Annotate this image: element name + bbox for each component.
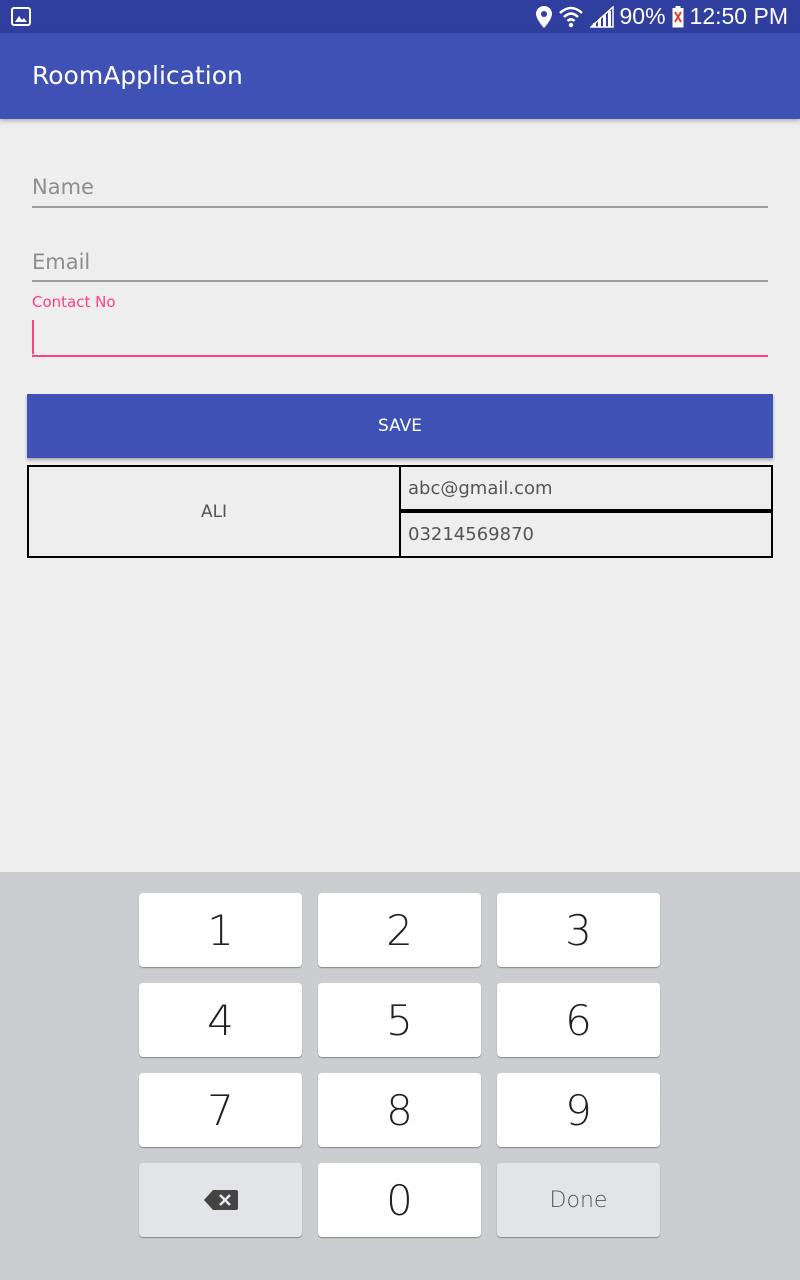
signal-icon	[589, 5, 614, 28]
battery-percent: 90%	[619, 3, 666, 29]
contact-input[interactable]	[32, 318, 768, 350]
name-underline	[32, 206, 768, 208]
key-6[interactable]: 6	[497, 983, 660, 1057]
email-input[interactable]	[32, 246, 768, 278]
battery-icon	[672, 5, 684, 27]
location-icon	[535, 5, 552, 28]
gallery-notification-icon	[11, 7, 31, 26]
key-2[interactable]: 2	[318, 893, 481, 967]
backspace-icon	[203, 1190, 238, 1210]
contact-field[interactable]	[32, 318, 768, 358]
clock: 12:50 PM	[689, 3, 788, 29]
key-8[interactable]: 8	[318, 1073, 481, 1147]
contact-underline	[32, 355, 768, 357]
done-key[interactable]: Done	[497, 1163, 660, 1237]
key-9[interactable]: 9	[497, 1073, 660, 1147]
key-3[interactable]: 3	[497, 893, 660, 967]
numeric-keyboard: 1 2 3 4 5 6 7 8 9 0 Done	[0, 872, 800, 1280]
record-contact: 03214569870	[399, 510, 773, 558]
email-field[interactable]	[32, 246, 768, 282]
name-field[interactable]	[32, 171, 768, 208]
key-4[interactable]: 4	[139, 983, 302, 1057]
text-cursor	[32, 320, 34, 354]
status-bar: 90% 12:50 PM	[0, 0, 800, 33]
key-7[interactable]: 7	[139, 1073, 302, 1147]
contact-label: Contact No	[32, 293, 116, 311]
name-input[interactable]	[32, 171, 768, 203]
email-underline	[32, 280, 768, 282]
wifi-icon	[558, 6, 583, 27]
record-row[interactable]: ALI abc@gmail.com 03214569870	[27, 465, 773, 558]
record-email: abc@gmail.com	[399, 465, 773, 511]
key-0[interactable]: 0	[318, 1163, 481, 1237]
save-button[interactable]: SAVE	[27, 394, 773, 458]
key-1[interactable]: 1	[139, 893, 302, 967]
app-bar: RoomApplication	[0, 33, 800, 119]
backspace-key[interactable]	[139, 1163, 302, 1237]
key-5[interactable]: 5	[318, 983, 481, 1057]
record-name: ALI	[27, 465, 401, 558]
app-title: RoomApplication	[32, 61, 243, 90]
